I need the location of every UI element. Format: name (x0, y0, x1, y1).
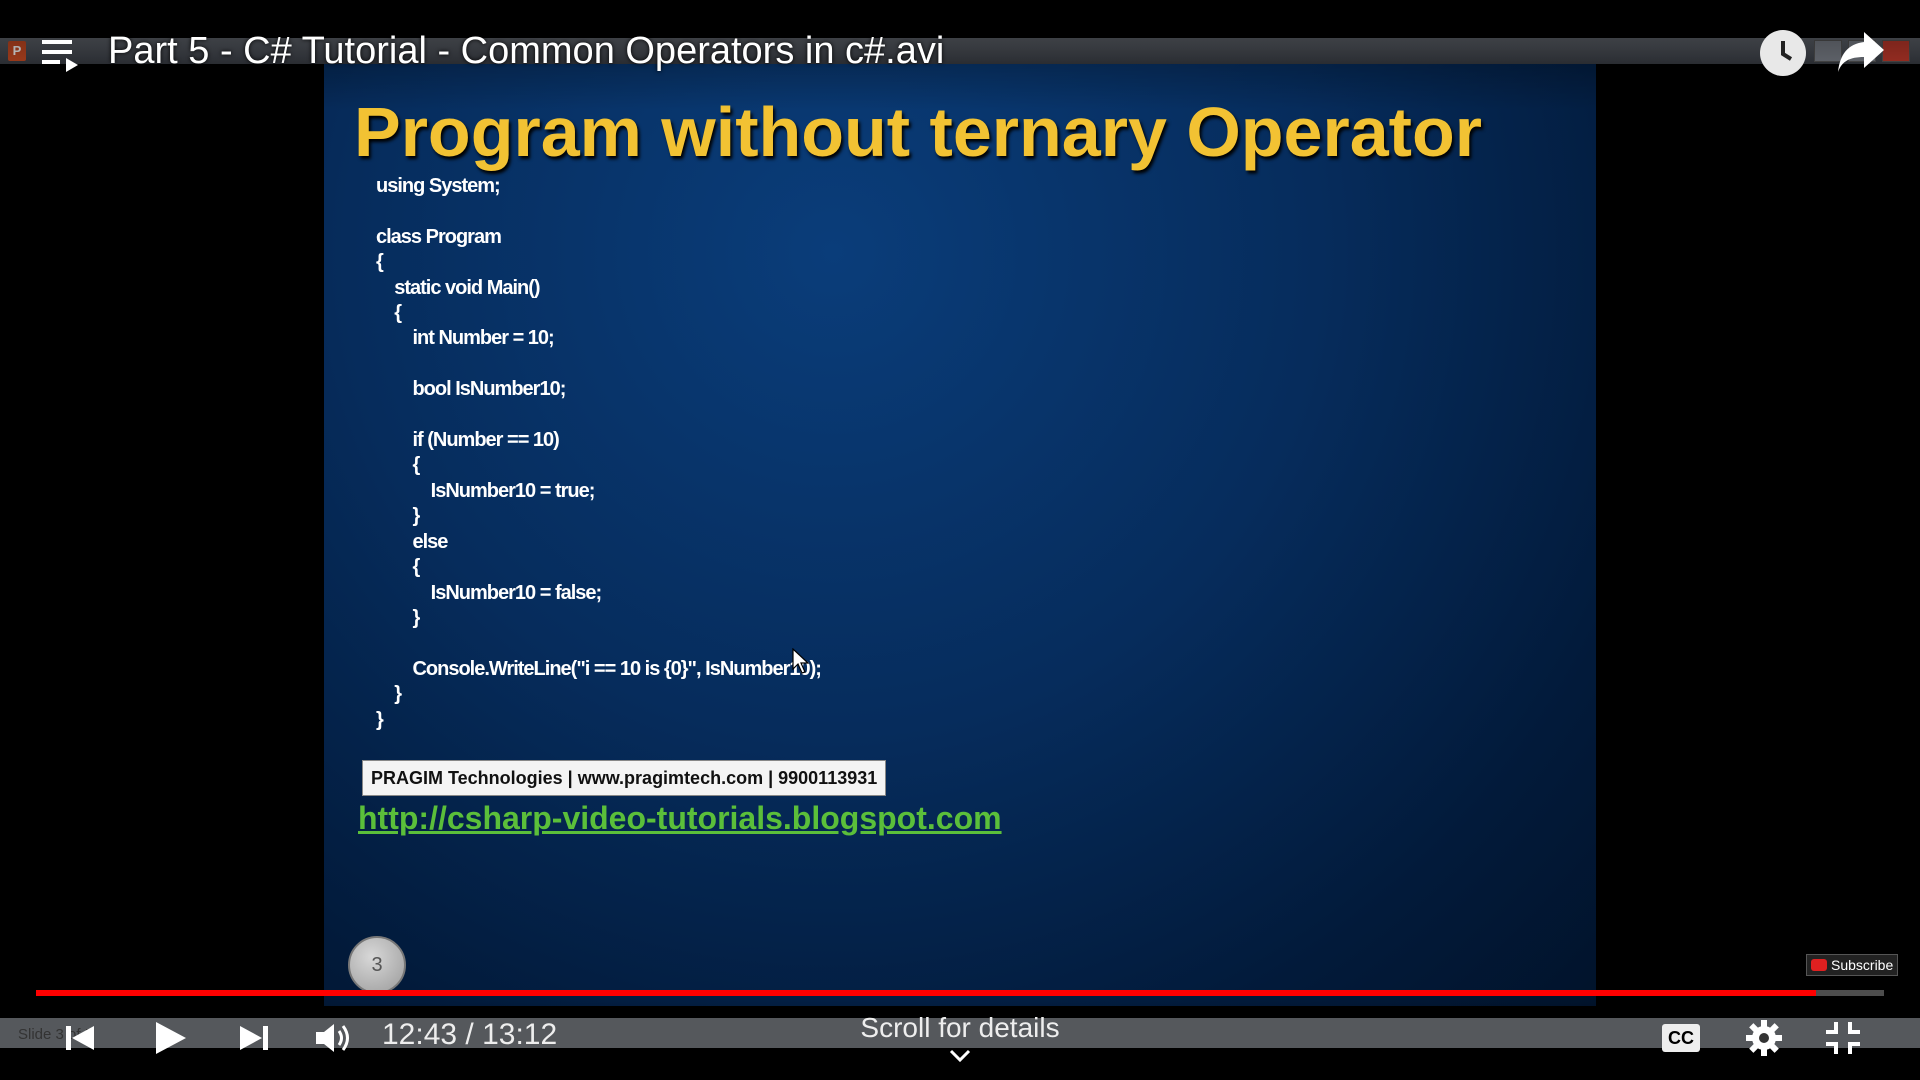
captions-button[interactable]: CC (1662, 1024, 1700, 1052)
slide-footer: PRAGIM Technologies | www.pragimtech.com… (362, 760, 887, 796)
progress-played (36, 990, 1817, 996)
fullscreen-icon[interactable] (1822, 1018, 1864, 1058)
watch-later-icon (1781, 41, 1793, 61)
scroll-hint[interactable]: Scroll for details (0, 1012, 1920, 1044)
video-title[interactable]: Part 5 - C# Tutorial - Common Operators … (108, 30, 944, 73)
progress-bar[interactable] (36, 990, 1884, 996)
watch-later-button[interactable] (1760, 30, 1806, 76)
cursor-icon (792, 648, 810, 674)
presentation-slide: Program without ternary Operator using S… (324, 64, 1596, 1006)
settings-icon[interactable] (1744, 1018, 1784, 1058)
subscribe-button[interactable]: Subscribe (1806, 954, 1899, 976)
share-icon[interactable] (1836, 30, 1886, 74)
blog-link: http://csharp-video-tutorials.blogspot.c… (358, 800, 1002, 836)
slide-number: 3 (348, 936, 406, 994)
code-sample: using System; class Program { static voi… (376, 175, 822, 731)
playlist-icon[interactable] (40, 36, 80, 76)
chevron-down-icon[interactable] (948, 1048, 972, 1064)
